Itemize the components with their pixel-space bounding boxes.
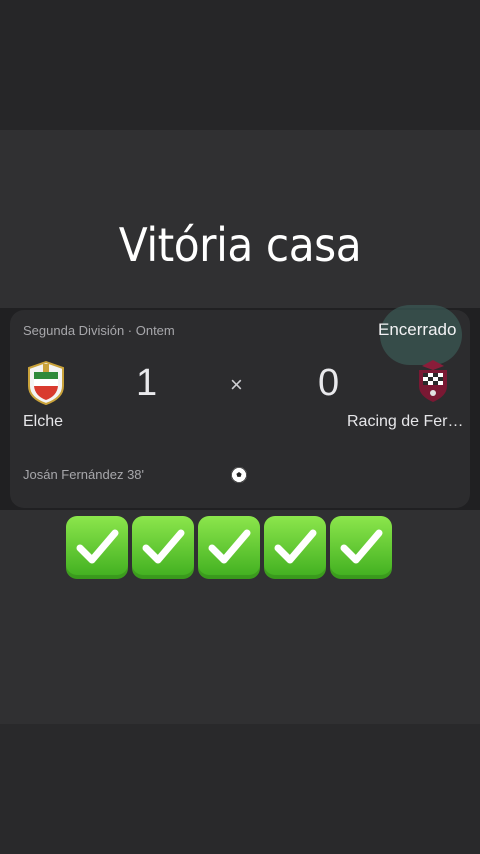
match-status: Encerrado bbox=[378, 320, 457, 339]
headline: Vitória casa bbox=[118, 218, 362, 272]
home-team-name: Elche bbox=[23, 413, 64, 430]
racing-ferrol-crest-icon bbox=[419, 360, 447, 402]
score-separator: × bbox=[230, 372, 243, 397]
soccer-ball-icon bbox=[231, 467, 247, 483]
check-mark-button-icon bbox=[132, 516, 194, 579]
league-label: Segunda División · Ontem bbox=[23, 323, 175, 338]
away-team-name: Racing de Fer… bbox=[347, 413, 464, 430]
check-mark-button-icon bbox=[66, 516, 128, 579]
away-score: 0 bbox=[318, 362, 340, 404]
home-score: 1 bbox=[136, 362, 158, 404]
elche-crest-icon bbox=[28, 360, 64, 406]
check-mark-button-icon bbox=[198, 516, 260, 579]
goal-scorer: Josán Fernández 38' bbox=[23, 467, 145, 482]
top-band bbox=[0, 0, 480, 130]
check-mark-row bbox=[66, 516, 396, 582]
check-mark-button-icon bbox=[330, 516, 392, 579]
bottom-band bbox=[0, 724, 480, 854]
check-mark-button-icon bbox=[264, 516, 326, 579]
